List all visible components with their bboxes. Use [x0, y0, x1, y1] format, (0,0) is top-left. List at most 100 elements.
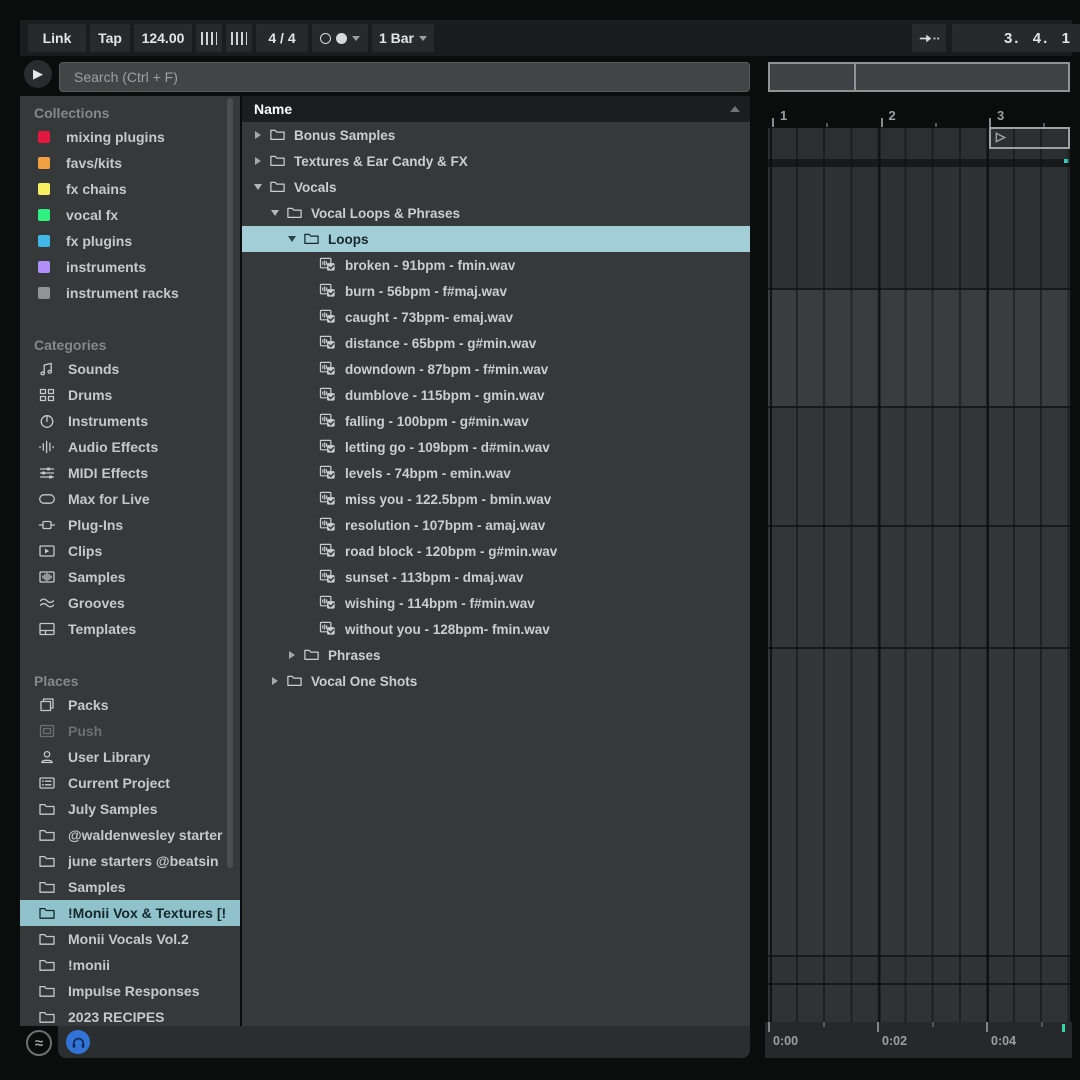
tree-folder-bonus-samples[interactable]: Bonus Samples — [242, 122, 750, 148]
tree-file-letting-go-109bpm-d-min-wav[interactable]: letting go - 109bpm - d#min.wav — [242, 434, 750, 460]
search-input[interactable] — [60, 63, 749, 91]
category-item-instruments[interactable]: Instruments — [20, 408, 240, 434]
category-item-samples[interactable]: Samples — [20, 564, 240, 590]
tree-file-caught-73bpm-emaj-wav[interactable]: caught - 73bpm- emaj.wav — [242, 304, 750, 330]
item-label: Max for Live — [68, 491, 150, 507]
collection-color-swatch — [38, 209, 50, 221]
place-item-2023-recipes[interactable]: 2023 RECIPES — [20, 1004, 240, 1026]
folder-icon — [38, 826, 56, 844]
category-item-midi-effects[interactable]: MIDI Effects — [20, 460, 240, 486]
sidebar-scrollbar[interactable] — [227, 98, 233, 868]
tempo-field[interactable]: 124.00 — [134, 24, 192, 52]
places-header: Places — [20, 670, 240, 692]
category-item-grooves[interactable]: Grooves — [20, 590, 240, 616]
tap-tempo-button[interactable]: Tap — [90, 24, 130, 52]
name-column-label: Name — [254, 101, 292, 117]
time-half-tick — [932, 1022, 934, 1027]
tree-file-resolution-107bpm-amaj-wav[interactable]: resolution - 107bpm - amaj.wav — [242, 512, 750, 538]
tree-file-miss-you-122-5bpm-bmin-wav[interactable]: miss you - 122.5bpm - bmin.wav — [242, 486, 750, 512]
collection-item-favs-kits[interactable]: favs/kits — [20, 150, 240, 176]
tree-folder-loops[interactable]: Loops — [242, 226, 750, 252]
place-item-monii-vocals-vol-2[interactable]: Monii Vocals Vol.2 — [20, 926, 240, 952]
tree-folder-vocals[interactable]: Vocals — [242, 174, 750, 200]
bar-number-label: 2 — [889, 108, 896, 123]
sample-file-icon — [319, 334, 339, 352]
expander-open-icon[interactable] — [284, 236, 300, 242]
nudge-down-button[interactable] — [196, 24, 222, 52]
drums-icon — [38, 386, 56, 404]
arrangement-position-display[interactable]: 3. 4. 1 — [952, 24, 1080, 52]
tree-folder-textures-ear-candy-fx[interactable]: Textures & Ear Candy & FX — [242, 148, 750, 174]
expander-open-icon[interactable] — [250, 184, 266, 190]
tree-item-label: Vocal Loops & Phrases — [311, 206, 460, 221]
tree-file-road-block-120bpm-g-min-wav[interactable]: road block - 120bpm - g#min.wav — [242, 538, 750, 564]
time-ruler[interactable] — [765, 1022, 1072, 1058]
expander-closed-icon[interactable] — [284, 651, 300, 659]
nudge-up-button[interactable] — [226, 24, 252, 52]
place-item-monii[interactable]: !monii — [20, 952, 240, 978]
quantize-menu[interactable]: 1 Bar — [372, 24, 434, 52]
category-item-audio-effects[interactable]: Audio Effects — [20, 434, 240, 460]
place-item-july-samples[interactable]: July Samples — [20, 796, 240, 822]
category-item-plug-ins[interactable]: Plug-Ins — [20, 512, 240, 538]
time-signature-field[interactable]: 4 / 4 — [256, 24, 308, 52]
expander-closed-icon[interactable] — [250, 157, 266, 165]
tree-file-dumblove-115bpm-gmin-wav[interactable]: dumblove - 115bpm - gmin.wav — [242, 382, 750, 408]
category-item-max-for-live[interactable]: Max for Live — [20, 486, 240, 512]
tree-file-falling-100bpm-g-min-wav[interactable]: falling - 100bpm - g#min.wav — [242, 408, 750, 434]
tree-file-wishing-114bpm-f-min-wav[interactable]: wishing - 114bpm - f#min.wav — [242, 590, 750, 616]
max-for-live-icon — [38, 490, 56, 508]
collection-item-mixing-plugins[interactable]: mixing plugins — [20, 124, 240, 150]
tree-file-without-you-128bpm-fmin-wav[interactable]: without you - 128bpm- fmin.wav — [242, 616, 750, 642]
tree-folder-vocal-one-shots[interactable]: Vocal One Shots — [242, 668, 750, 694]
tree-folder-vocal-loops-phrases[interactable]: Vocal Loops & Phrases — [242, 200, 750, 226]
preview-headphones-button[interactable] — [66, 1030, 90, 1054]
tree-item-label: dumblove - 115bpm - gmin.wav — [345, 388, 545, 403]
tree-file-broken-91bpm-fmin-wav[interactable]: broken - 91bpm - fmin.wav — [242, 252, 750, 278]
category-item-clips[interactable]: Clips — [20, 538, 240, 564]
name-column-header[interactable]: Name — [242, 96, 750, 122]
category-item-drums[interactable]: Drums — [20, 382, 240, 408]
metronome-button[interactable] — [312, 24, 368, 52]
category-item-sounds[interactable]: Sounds — [20, 356, 240, 382]
groove-pool-button[interactable]: ≈ — [26, 1030, 52, 1056]
triangle-icon — [255, 157, 261, 165]
collection-item-vocal-fx[interactable]: vocal fx — [20, 202, 240, 228]
collection-color-swatch — [38, 131, 50, 143]
link-button[interactable]: Link — [28, 24, 86, 52]
place-item-waldenwesley-starter[interactable]: @waldenwesley starter — [20, 822, 240, 848]
folder-icon — [38, 982, 56, 1000]
item-label: Clips — [68, 543, 102, 559]
place-item-monii-vox-textures[interactable]: !Monii Vox & Textures [! — [20, 900, 240, 926]
arrangement-start-marker[interactable] — [989, 127, 1070, 149]
tree-file-sunset-113bpm-dmaj-wav[interactable]: sunset - 113bpm - dmaj.wav — [242, 564, 750, 590]
expander-closed-icon[interactable] — [267, 677, 283, 685]
tree-file-burn-56bpm-f-maj-wav[interactable]: burn - 56bpm - f#maj.wav — [242, 278, 750, 304]
follow-button[interactable] — [912, 24, 946, 52]
place-item-current-project[interactable]: Current Project — [20, 770, 240, 796]
bar-number-label: 3 — [997, 108, 1004, 123]
collection-item-fx-chains[interactable]: fx chains — [20, 176, 240, 202]
tree-folder-phrases[interactable]: Phrases — [242, 642, 750, 668]
collection-item-fx-plugins[interactable]: fx plugins — [20, 228, 240, 254]
collection-item-instrument-racks[interactable]: instrument racks — [20, 280, 240, 306]
place-item-packs[interactable]: Packs — [20, 692, 240, 718]
collection-item-instruments[interactable]: instruments — [20, 254, 240, 280]
tree-file-distance-65bpm-g-min-wav[interactable]: distance - 65bpm - g#min.wav — [242, 330, 750, 356]
place-item-push[interactable]: Push — [20, 718, 240, 744]
tree-file-downdown-87bpm-f-min-wav[interactable]: downdown - 87bpm - f#min.wav — [242, 356, 750, 382]
item-label: Packs — [68, 697, 108, 713]
sample-file-icon — [319, 516, 339, 534]
tree-file-levels-74bpm-emin-wav[interactable]: levels - 74bpm - emin.wav — [242, 460, 750, 486]
place-item-june-starters-beatsin[interactable]: june starters @beatsin — [20, 848, 240, 874]
expander-open-icon[interactable] — [267, 210, 283, 216]
place-item-impulse-responses[interactable]: Impulse Responses — [20, 978, 240, 1004]
category-item-templates[interactable]: Templates — [20, 616, 240, 642]
place-item-samples[interactable]: Samples — [20, 874, 240, 900]
arrangement-overview[interactable] — [768, 62, 1070, 92]
place-item-user-library[interactable]: User Library — [20, 744, 240, 770]
folder-icon — [38, 878, 56, 896]
sounds-icon — [38, 360, 56, 378]
expander-closed-icon[interactable] — [250, 131, 266, 139]
browser-preview-play-button[interactable]: ▶ — [24, 60, 52, 88]
